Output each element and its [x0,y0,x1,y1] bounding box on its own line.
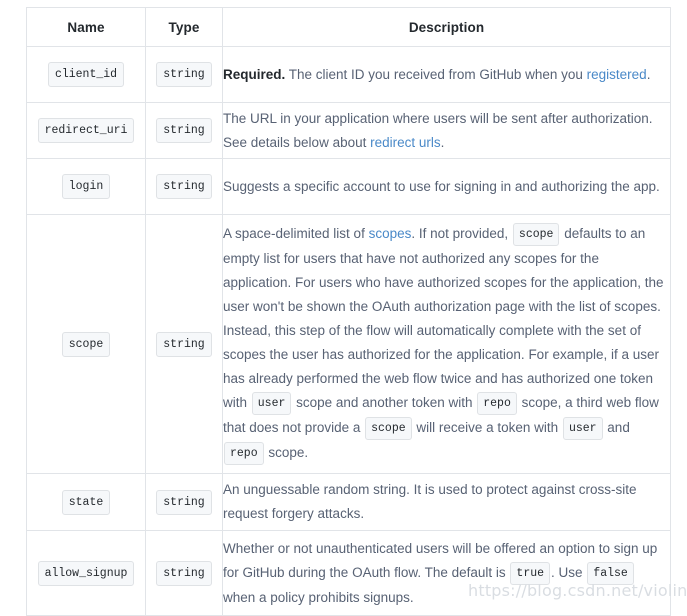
inline-code-token: true [510,561,551,585]
code-token: string [156,62,212,87]
code-token: login [61,174,111,199]
inline-code-token: scope [365,417,412,440]
description-text: when a policy prohibits signups. [223,589,414,605]
table-row: state string An unguessable random string.… [26,473,671,531]
parameter-type-cell: string [145,102,223,159]
parameter-type-cell: string [145,214,223,474]
description-link[interactable]: scopes [369,226,412,241]
parameter-name-cell: allow_signup [26,530,146,616]
parameter-description-cell: Required. The client ID you received fro… [222,46,671,103]
description-text: . If not provided, [411,226,512,241]
parameters-table-container: Name Type Description client_id string Req… [26,7,671,616]
code-token: redirect_uri [37,118,135,143]
description-text: . [440,134,445,150]
parameter-description-cell: An unguessable random string. It is used… [222,473,671,531]
table-row: scope string A space-delimited list of sco… [26,214,671,474]
description-text: Suggests a specific account to use for s… [223,178,660,194]
parameter-name-cell: client_id [26,46,146,103]
inline-code-token: false [587,561,634,585]
code-token: string [156,174,212,199]
parameter-type-cell: string [145,46,223,103]
description-text: An unguessable random string. It is used… [223,482,637,521]
description-text: and [603,420,630,435]
code-token: string [156,560,212,586]
parameter-type-cell: string [145,158,223,215]
parameter-name-cell: login [26,158,146,215]
code-token: string [156,331,212,357]
table-row: client_id string Required. The client ID y… [26,46,671,103]
inline-code-token: repo [477,392,517,415]
inline-code-token: user [562,417,603,440]
parameter-description-cell: The URL in your application where users … [222,102,671,159]
parameter-name-cell: redirect_uri [26,102,146,159]
parameter-name-cell: state [26,473,146,531]
column-header-description: Description [222,7,671,47]
table-header: Name Type Description [26,7,671,47]
parameter-description-cell: A space-delimited list of scopes. If not… [222,214,671,474]
code-token: string [156,118,212,143]
table-header-row: Name Type Description [26,7,671,47]
parameter-description-cell: Whether or not unauthenticated users wil… [222,530,671,616]
column-header-type: Type [145,7,223,47]
parameters-table: Name Type Description client_id string Req… [26,7,671,616]
description-text: . [646,66,651,82]
description-text: A space-delimited list of [223,226,369,241]
table-row: redirect_uri string The URL in your applic… [26,102,671,159]
description-link[interactable]: redirect urls [370,135,441,150]
table-row: login string Suggests a specific account t… [26,158,671,215]
description-link[interactable]: registered [587,67,647,82]
description-text: . Use [551,564,587,580]
parameter-description-cell: Suggests a specific account to use for s… [222,158,671,215]
parameter-type-cell: string [145,530,223,616]
inline-code-token: repo [224,442,264,465]
description-text: defaults to an empty list for users that… [223,226,664,410]
inline-code-token: user [251,392,292,415]
code-token: string [156,489,212,515]
required-label: Required. [223,66,286,82]
parameter-name-cell: scope [26,214,146,474]
description-text: The client ID you received from GitHub w… [285,66,587,82]
code-token: scope [61,331,111,357]
table-body: client_id string Required. The client ID y… [26,46,671,616]
code-token: state [61,489,111,515]
code-token: allow_signup [37,560,135,586]
description-text: will receive a token with [412,420,562,435]
description-text: scope and another token with [292,395,477,410]
code-token: client_id [47,62,125,87]
table-row: allow_signup string Whether or not unauthe… [26,530,671,616]
inline-code-token: scope [512,223,560,246]
parameter-type-cell: string [145,473,223,531]
description-text: scope. [264,445,309,460]
column-header-name: Name [26,7,146,47]
